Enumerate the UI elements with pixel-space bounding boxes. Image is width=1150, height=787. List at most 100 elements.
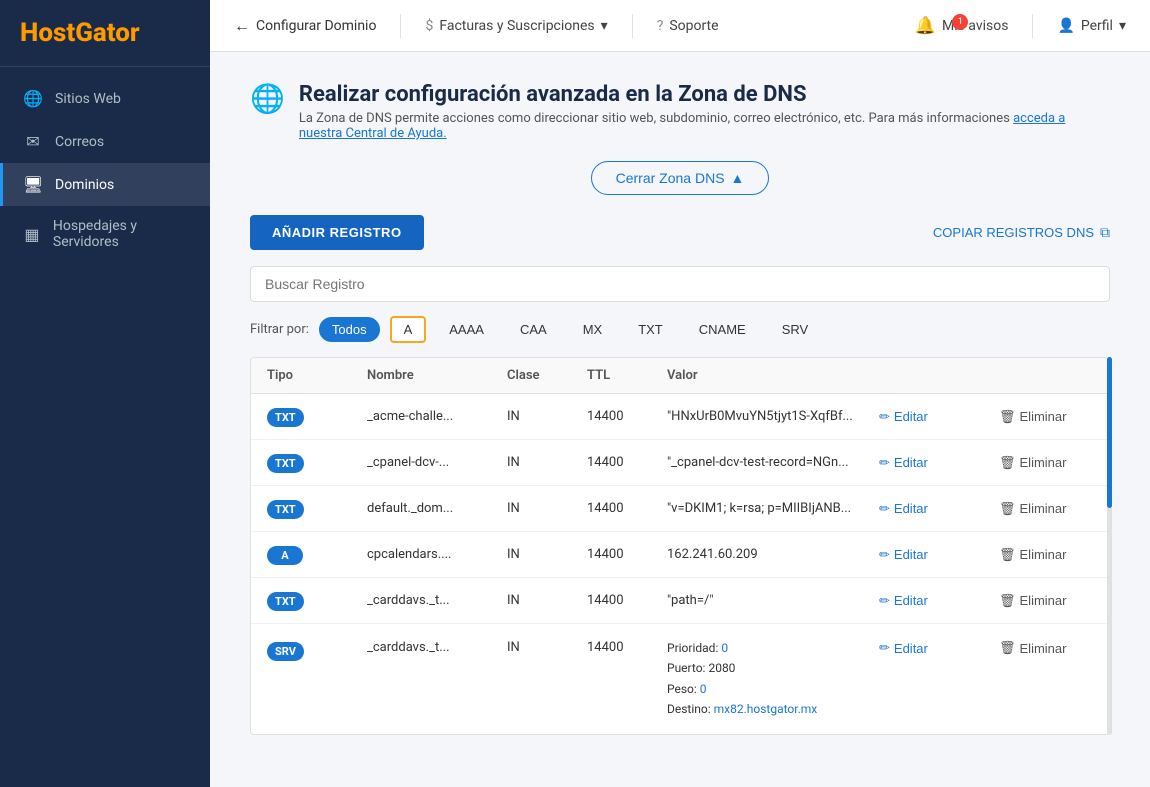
edit-button[interactable]: ✏ Editar	[873, 591, 993, 611]
dns-actions: AÑADIR REGISTRO COPIAR REGISTROS DNS ⧉	[250, 215, 1110, 250]
back-arrow-icon: ←	[234, 16, 250, 36]
record-class: IN	[507, 638, 587, 655]
profile-label: Perfil	[1081, 18, 1113, 34]
filter-todos[interactable]: Todos	[319, 317, 380, 342]
billing-icon: $	[425, 18, 433, 34]
logo-text-1: Host	[20, 18, 75, 48]
topnav-separator	[400, 14, 401, 38]
billing-chevron-icon: ▾	[601, 18, 608, 34]
record-name: _cpanel-dcv-...	[367, 455, 507, 470]
record-class: IN	[507, 455, 587, 470]
record-value: "HNxUrB0MvuYN5tjyt1S-XqfBf...	[667, 409, 873, 424]
edit-icon: ✏	[879, 409, 890, 425]
close-dns-button[interactable]: Cerrar Zona DNS ▲	[591, 161, 770, 195]
delete-button[interactable]: 🗑 Eliminar	[993, 499, 1093, 519]
delete-button[interactable]: 🗑 Eliminar	[993, 453, 1093, 473]
record-type-badge: SRV	[267, 642, 304, 661]
add-record-button[interactable]: AÑADIR REGISTRO	[250, 215, 424, 250]
record-name: _carddavs._t...	[367, 593, 507, 608]
globe-icon: 🌐	[23, 89, 43, 108]
record-type-badge: TXT	[267, 408, 304, 427]
edit-button[interactable]: ✏ Editar	[873, 499, 993, 519]
edit-button[interactable]: ✏ Editar	[873, 638, 993, 658]
dns-title-group: Realizar configuración avanzada en la Zo…	[299, 82, 1110, 141]
search-input[interactable]	[250, 266, 1110, 302]
filter-srv[interactable]: SRV	[769, 317, 822, 342]
table-row: TXT _cpanel-dcv-... IN 14400 "_cpanel-dc…	[251, 440, 1109, 486]
record-value: "_cpanel-dcv-test-record=NGn...	[667, 455, 873, 470]
filter-txt[interactable]: TXT	[625, 317, 676, 342]
edit-icon: ✏	[879, 640, 890, 656]
sidebar-item-sitios-web[interactable]: 🌐 Sitios Web	[0, 77, 210, 120]
table-row: TXT _acme-challe... IN 14400 "HNxUrB0Mvu…	[251, 394, 1109, 440]
logo-text-2: Gator	[75, 18, 139, 48]
profile-chevron-icon: ▾	[1119, 18, 1126, 34]
record-value: "path=/"	[667, 593, 873, 608]
edit-icon: ✏	[879, 593, 890, 609]
dns-table: Tipo Nombre Clase TTL Valor TXT _acme-ch…	[250, 357, 1110, 735]
trash-icon: 🗑	[999, 409, 1016, 425]
delete-button[interactable]: 🗑 Eliminar	[993, 591, 1093, 611]
delete-button[interactable]: 🗑 Eliminar	[993, 407, 1093, 427]
close-dns-container: Cerrar Zona DNS ▲	[250, 161, 1110, 195]
record-ttl: 14400	[587, 547, 667, 562]
col-clase: Clase	[507, 368, 587, 383]
sidebar-label-sitios-web: Sitios Web	[55, 91, 121, 107]
col-valor: Valor	[667, 368, 873, 383]
table-row: TXT _carddavs._t... IN 14400 "path=/" ✏ …	[251, 578, 1109, 624]
copy-dns-button[interactable]: COPIAR REGISTROS DNS ⧉	[933, 224, 1110, 241]
filter-aaaa[interactable]: AAAA	[436, 317, 497, 342]
dns-header: 🌐 Realizar configuración avanzada en la …	[250, 82, 1110, 141]
edit-button[interactable]: ✏ Editar	[873, 453, 993, 473]
record-value-srv: Prioridad: 0 Puerto: 2080 Peso: 0 Destin…	[667, 638, 873, 720]
sidebar-label-correos: Correos	[55, 134, 104, 150]
support-icon: ?	[657, 18, 664, 34]
edit-button[interactable]: ✏ Editar	[873, 545, 993, 565]
delete-button[interactable]: 🗑 Eliminar	[993, 638, 1093, 658]
edit-button[interactable]: ✏ Editar	[873, 407, 993, 427]
record-ttl: 14400	[587, 455, 667, 470]
sidebar: HostGator 🌐 Sitios Web ✉ Correos 🖥 Domin…	[0, 0, 210, 787]
topnav-separator3	[1032, 14, 1033, 38]
support-menu[interactable]: ? Soporte	[657, 18, 719, 34]
notifications-button[interactable]: 🔔 1 Mis avisos	[915, 16, 1009, 36]
edit-icon: ✏	[879, 501, 890, 517]
notifications-badge: 1	[952, 14, 968, 30]
profile-menu[interactable]: 👤 Perfil ▾	[1057, 18, 1126, 34]
profile-icon: 👤	[1057, 18, 1074, 34]
close-dns-label: Cerrar Zona DNS	[616, 170, 725, 186]
sidebar-item-hospedajes[interactable]: ▦ Hospedajes y Servidores	[0, 206, 210, 262]
edit-icon: ✏	[879, 455, 890, 471]
record-class: IN	[507, 409, 587, 424]
sidebar-nav: 🌐 Sitios Web ✉ Correos 🖥 Dominios ▦ Hosp…	[0, 67, 210, 272]
record-class: IN	[507, 547, 587, 562]
record-ttl: 14400	[587, 593, 667, 608]
record-ttl: 14400	[587, 501, 667, 516]
sidebar-label-hospedajes: Hospedajes y Servidores	[53, 218, 190, 250]
filter-a[interactable]: A	[390, 316, 427, 343]
content-area: 🌐 Realizar configuración avanzada en la …	[210, 52, 1150, 787]
record-name: _acme-challe...	[367, 409, 507, 424]
col-tipo: Tipo	[267, 368, 367, 383]
billing-menu[interactable]: $ Facturas y Suscripciones ▾	[425, 18, 607, 34]
bell-icon: 🔔	[915, 16, 936, 36]
record-value: 162.241.60.209	[667, 547, 873, 562]
filter-cname[interactable]: CNAME	[686, 317, 759, 342]
record-type-badge: TXT	[267, 454, 304, 473]
record-value: "v=DKIM1; k=rsa; p=MIIBIjANB...	[667, 501, 873, 516]
topnav-separator2	[632, 14, 633, 38]
back-label: Configurar Dominio	[256, 18, 376, 34]
back-button[interactable]: ← Configurar Dominio	[234, 16, 376, 36]
sidebar-item-dominios[interactable]: 🖥 Dominios	[0, 163, 210, 206]
mail-icon: ✉	[23, 132, 43, 151]
support-label: Soporte	[669, 18, 718, 34]
filter-caa[interactable]: CAA	[507, 317, 560, 342]
scrollbar-thumb[interactable]	[1107, 357, 1112, 508]
sidebar-item-correos[interactable]: ✉ Correos	[0, 120, 210, 163]
col-nombre: Nombre	[367, 368, 507, 383]
dns-globe-icon: 🌐	[250, 82, 285, 115]
trash-icon: 🗑	[999, 547, 1016, 563]
add-record-label: AÑADIR REGISTRO	[272, 225, 402, 240]
delete-button[interactable]: 🗑 Eliminar	[993, 545, 1093, 565]
filter-mx[interactable]: MX	[570, 317, 616, 342]
